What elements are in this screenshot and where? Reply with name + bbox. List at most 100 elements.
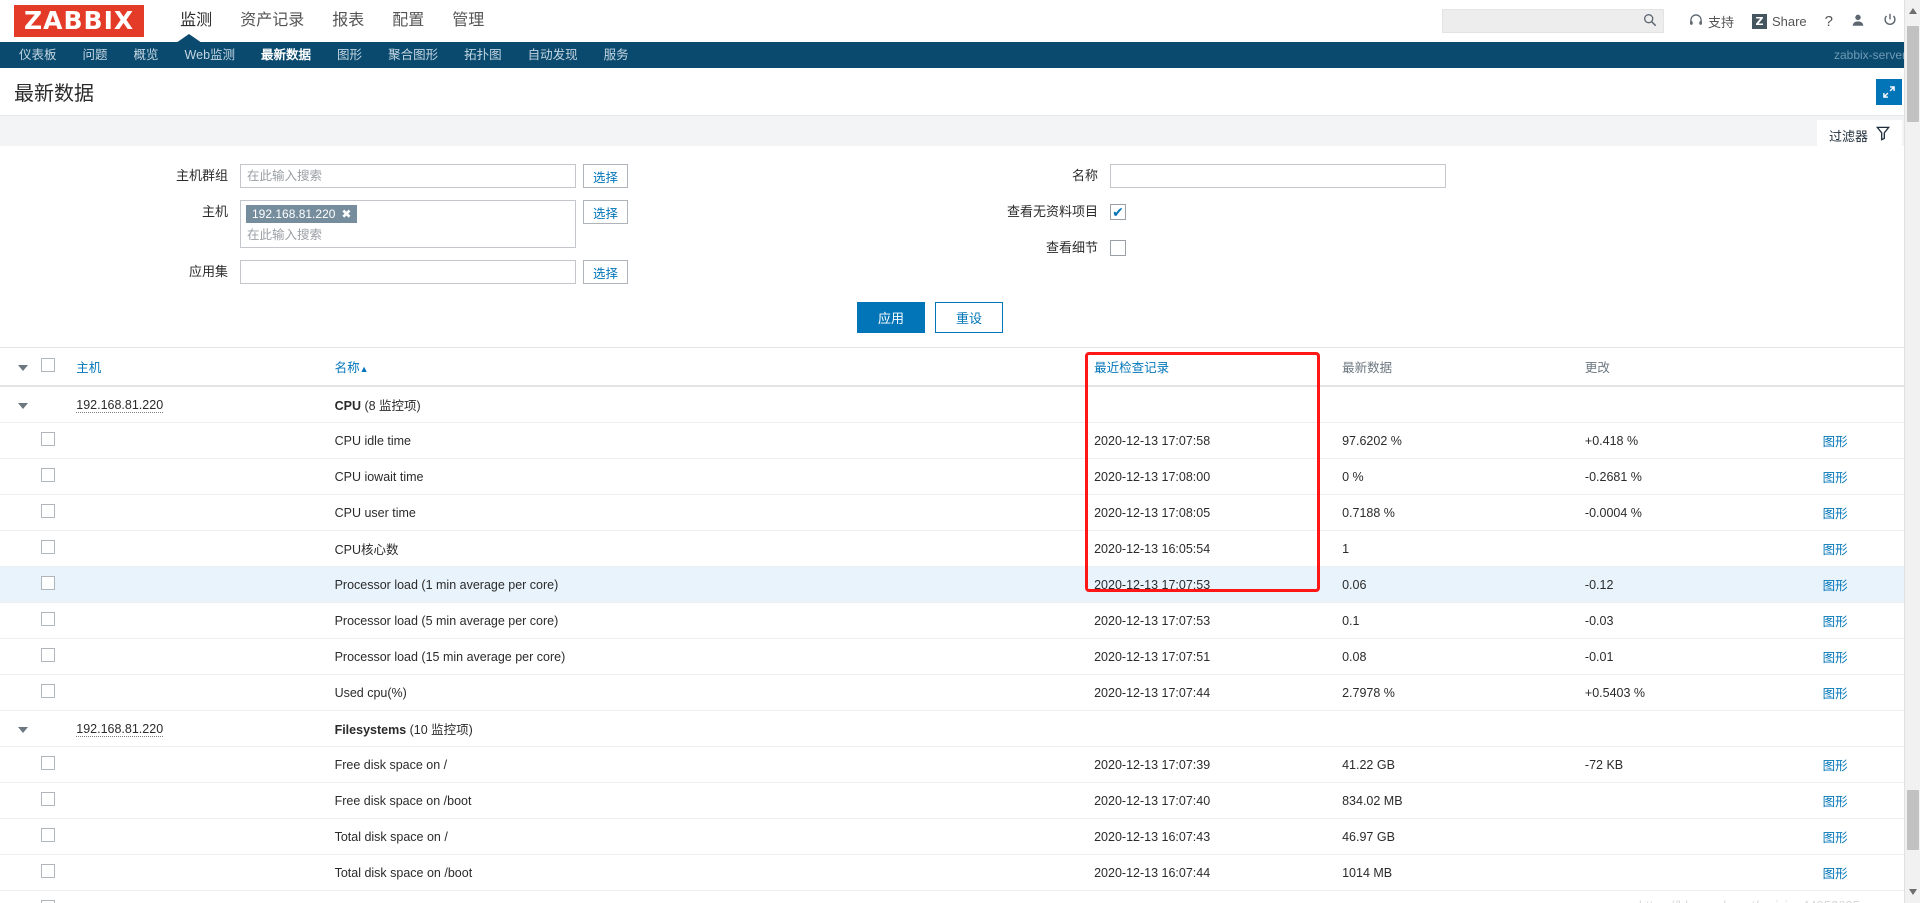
graph-link[interactable]: 图形 <box>1823 867 1848 881</box>
signout-button[interactable] <box>1874 13 1906 30</box>
table-row[interactable]: Processor load (1 min average per core) 2… <box>0 566 1920 603</box>
row-checkbox-cell[interactable] <box>35 782 71 819</box>
application-input[interactable] <box>240 260 576 284</box>
row-checkbox-cell[interactable] <box>35 566 71 603</box>
table-row[interactable]: Free disk space on /2020-12-13 17:07:39 4… <box>0 746 1920 783</box>
apply-button[interactable]: 应用 <box>856 302 925 333</box>
host-link[interactable]: 192.168.81.220 <box>76 721 164 737</box>
graph-link[interactable]: 图形 <box>1823 795 1848 809</box>
subnav-item-dashboard[interactable]: 仪表板 <box>6 42 70 68</box>
graph-link[interactable]: 图形 <box>1823 615 1848 629</box>
subnav-item-graphs[interactable]: 图形 <box>324 42 375 68</box>
host-multiselect[interactable]: 192.168.81.220 ✖ 在此输入搜索 <box>240 200 576 248</box>
row-checkbox-cell[interactable] <box>35 746 71 783</box>
host-group-input[interactable] <box>240 164 576 188</box>
row-checkbox[interactable] <box>41 792 56 806</box>
row-checkbox[interactable] <box>41 756 56 770</box>
scroll-down-arrow-icon[interactable] <box>1909 889 1917 895</box>
remove-host-tag-icon[interactable]: ✖ <box>341 207 351 221</box>
host-selected-tag[interactable]: 192.168.81.220 ✖ <box>246 205 358 223</box>
host-select-button[interactable]: 选择 <box>583 200 629 224</box>
graph-link[interactable]: 图形 <box>1823 831 1848 845</box>
row-checkbox-cell[interactable] <box>35 818 71 855</box>
graph-link[interactable]: 图形 <box>1823 759 1848 773</box>
header-host-label[interactable]: 主机 <box>76 361 101 375</box>
main-menu-item-configuration[interactable]: 配置 <box>378 0 438 42</box>
header-host[interactable]: 主机 <box>70 348 329 387</box>
row-checkbox[interactable] <box>41 648 56 662</box>
support-button[interactable]: 支持 <box>1680 12 1743 31</box>
reset-button[interactable]: 重设 <box>935 302 1004 333</box>
header-select-all[interactable] <box>35 348 71 387</box>
graph-link[interactable]: 图形 <box>1823 471 1848 485</box>
group-host-cell[interactable]: 192.168.81.220 <box>70 386 329 423</box>
help-button[interactable]: ? <box>1816 13 1842 30</box>
collapse-all-icon[interactable] <box>18 364 28 371</box>
row-checkbox[interactable] <box>41 864 56 878</box>
row-checkbox[interactable] <box>41 432 56 446</box>
table-row[interactable]: CPU user time 2020-12-13 17:08:05 0.7188 %… <box>0 494 1920 531</box>
show-no-data-checkbox[interactable]: ✔ <box>1110 204 1126 220</box>
application-select-button[interactable]: 选择 <box>583 260 629 284</box>
table-row[interactable]: Processor load (5 min average per core) 2… <box>0 602 1920 639</box>
header-last-check[interactable]: 最近检查记录 <box>1088 348 1337 387</box>
subnav-item-latest-data[interactable]: 最新数据 <box>248 42 324 68</box>
subnav-item-services[interactable]: 服务 <box>591 42 642 68</box>
table-row[interactable]: Used cpu(%) 2020-12-13 17:07:44 2.7978 % +0… <box>0 674 1920 711</box>
row-checkbox-cell[interactable] <box>35 602 71 639</box>
graph-link[interactable]: 图形 <box>1823 687 1848 701</box>
subnav-item-discovery[interactable]: 自动发现 <box>515 42 591 68</box>
row-checkbox[interactable] <box>41 468 56 482</box>
table-row[interactable]: Free disk space on /boot 2020-12-13 17:07… <box>0 782 1920 819</box>
row-checkbox-cell[interactable] <box>35 458 71 495</box>
row-checkbox-cell[interactable] <box>35 422 71 459</box>
row-checkbox-cell[interactable] <box>35 530 71 567</box>
chevron-down-icon[interactable] <box>18 726 28 733</box>
host-group-select-button[interactable]: 选择 <box>583 164 629 188</box>
row-checkbox-cell[interactable] <box>35 674 71 711</box>
row-checkbox-cell[interactable] <box>35 854 71 891</box>
fullscreen-button[interactable] <box>1876 78 1902 105</box>
graph-link[interactable]: 图形 <box>1823 579 1848 593</box>
row-checkbox[interactable] <box>41 540 56 554</box>
table-row[interactable]: Processor load (15 min average per core)… <box>0 638 1920 675</box>
main-menu-item-reports[interactable]: 报表 <box>318 0 378 42</box>
scroll-up-arrow-icon[interactable] <box>1909 8 1917 14</box>
select-all-checkbox[interactable] <box>41 358 56 372</box>
graph-link[interactable]: 图形 <box>1823 507 1848 521</box>
subnav-item-screens[interactable]: 聚合图形 <box>375 42 451 68</box>
row-checkbox-cell[interactable] <box>35 890 71 903</box>
scrollbar-thumb-secondary[interactable] <box>1907 790 1919 850</box>
main-menu-item-inventory[interactable]: 资产记录 <box>226 0 318 42</box>
table-row[interactable]: Used disk space on /2020-12-13 17:07:455… <box>0 890 1920 903</box>
table-row[interactable]: Total disk space on /boot 2020-12-13 16:0… <box>0 854 1920 891</box>
header-name-label[interactable]: 名称 <box>335 361 360 375</box>
search-input[interactable] <box>1448 13 1643 29</box>
group-toggle[interactable] <box>0 386 36 423</box>
table-row[interactable]: CPU idle time 2020-12-13 17:07:58 97.6202 … <box>0 422 1920 459</box>
show-details-checkbox[interactable] <box>1110 240 1126 256</box>
subnav-item-problems[interactable]: 问题 <box>70 42 121 68</box>
subnav-item-maps[interactable]: 拓扑图 <box>451 42 515 68</box>
subnav-item-overview[interactable]: 概览 <box>121 42 172 68</box>
share-button[interactable]: Z Share <box>1743 13 1816 29</box>
graph-link[interactable]: 图形 <box>1823 543 1848 557</box>
scrollbar-thumb[interactable] <box>1907 26 1919 122</box>
row-checkbox[interactable] <box>41 684 56 698</box>
table-row[interactable]: Total disk space on /2020-12-13 16:07:43… <box>0 818 1920 855</box>
group-toggle[interactable] <box>0 710 36 747</box>
row-checkbox[interactable] <box>41 576 56 590</box>
row-checkbox[interactable] <box>41 612 56 626</box>
graph-link[interactable]: 图形 <box>1823 651 1848 665</box>
header-expand-all[interactable] <box>0 348 36 387</box>
host-input-placeholder[interactable]: 在此输入搜索 <box>246 226 570 244</box>
main-menu-item-administration[interactable]: 管理 <box>438 0 498 42</box>
header-last-check-label[interactable]: 最近检查记录 <box>1094 361 1169 375</box>
group-host-cell[interactable]: 192.168.81.220 <box>70 710 329 747</box>
subnav-item-web-monitoring[interactable]: Web监测 <box>172 42 248 68</box>
row-checkbox-cell[interactable] <box>35 494 71 531</box>
global-search-box[interactable] <box>1441 9 1664 33</box>
row-checkbox-cell[interactable] <box>35 638 71 675</box>
page-scrollbar[interactable] <box>1904 0 1920 903</box>
chevron-down-icon[interactable] <box>18 402 28 409</box>
